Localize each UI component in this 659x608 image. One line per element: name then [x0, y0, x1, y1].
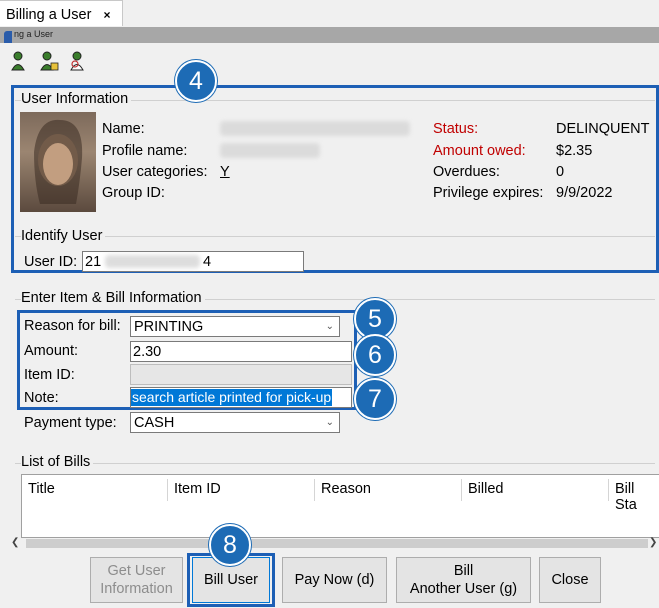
column-header-title[interactable]: Title	[22, 481, 61, 501]
note-input[interactable]: search article printed for pick-up	[130, 387, 352, 408]
close-tab-icon[interactable]: ×	[103, 8, 110, 22]
column-header-billed[interactable]: Billed	[462, 481, 509, 501]
get-user-information-button[interactable]: Get User Information	[90, 557, 183, 603]
list-of-bills-title: List of Bills	[21, 454, 94, 470]
chevron-down-icon: ⌄	[325, 417, 334, 428]
item-id-input[interactable]	[130, 364, 352, 385]
amount-owed-label: Amount owed:	[433, 143, 526, 159]
callout-badge-7: 7	[354, 378, 396, 420]
user-lookup-icon[interactable]	[67, 50, 87, 72]
group-id-label: Group ID:	[102, 185, 165, 201]
payment-type-label: Payment type:	[24, 415, 117, 431]
column-header-item-id[interactable]: Item ID	[168, 481, 227, 501]
callout-badge-4: 4	[175, 60, 217, 102]
profile-name-label: Profile name:	[102, 143, 188, 159]
overdues-value: 0	[556, 164, 565, 180]
reason-select[interactable]: PRINTING ⌄	[130, 316, 340, 337]
scrollbar-thumb[interactable]	[26, 539, 648, 548]
item-id-label: Item ID:	[24, 367, 75, 383]
bill-another-user-button[interactable]: Bill Another User (g)	[396, 557, 531, 603]
window-icon	[4, 31, 12, 43]
bill-info-title: Enter Item & Bill Information	[21, 290, 205, 306]
callout-badge-6: 6	[354, 334, 396, 376]
user-photo	[20, 112, 96, 212]
window-title: ng a User	[14, 29, 54, 39]
amount-input[interactable]: 2.30	[130, 341, 352, 362]
user-categories-link[interactable]: Y	[220, 164, 230, 180]
identify-user-title: Identify User	[21, 228, 106, 244]
user-add-icon[interactable]	[39, 50, 59, 72]
profile-value-redacted	[220, 143, 320, 158]
note-label: Note:	[24, 390, 59, 406]
column-header-reason[interactable]: Reason	[315, 481, 377, 501]
user-id-suffix: 4	[203, 254, 212, 270]
pay-now-button[interactable]: Pay Now (d)	[282, 557, 387, 603]
user-categories-label: User categories:	[102, 164, 208, 180]
reason-value: PRINTING	[134, 319, 204, 335]
window-title-strip	[0, 27, 659, 43]
payment-type-value: CASH	[134, 415, 175, 431]
name-value-redacted	[220, 121, 410, 136]
scroll-left-icon[interactable]: ❮	[11, 537, 19, 548]
name-label: Name:	[102, 121, 145, 137]
user-info-title: User Information	[21, 91, 132, 107]
privilege-expires-label: Privilege expires:	[433, 185, 544, 201]
overdues-label: Overdues:	[433, 164, 500, 180]
tab-billing-a-user[interactable]: Billing a User ×	[0, 0, 123, 26]
scroll-right-icon[interactable]: ❯	[649, 537, 657, 548]
callout-badge-8: 8	[209, 524, 251, 566]
user-id-label: User ID:	[24, 254, 78, 270]
close-button[interactable]: Close	[539, 557, 601, 603]
user-id-input[interactable]: 21 4	[82, 251, 304, 272]
user-search-icon[interactable]	[9, 50, 29, 72]
status-value: DELINQUENT	[556, 121, 650, 137]
amount-label: Amount:	[24, 343, 78, 359]
column-header-bill-status[interactable]: Bill Sta	[609, 481, 659, 513]
status-label: Status:	[433, 121, 479, 137]
amount-owed-value: $2.35	[556, 143, 593, 159]
payment-type-select[interactable]: CASH ⌄	[130, 412, 340, 433]
chevron-down-icon: ⌄	[325, 321, 334, 332]
user-id-redacted	[105, 255, 200, 268]
amount-value: 2.30	[133, 344, 162, 360]
reason-label: Reason for bill:	[24, 318, 121, 334]
tab-title: Billing a User	[6, 7, 92, 23]
note-value-selected: search article printed for pick-up	[131, 389, 333, 406]
privilege-expires-value: 9/9/2022	[556, 185, 613, 201]
user-id-prefix: 21	[85, 254, 102, 270]
